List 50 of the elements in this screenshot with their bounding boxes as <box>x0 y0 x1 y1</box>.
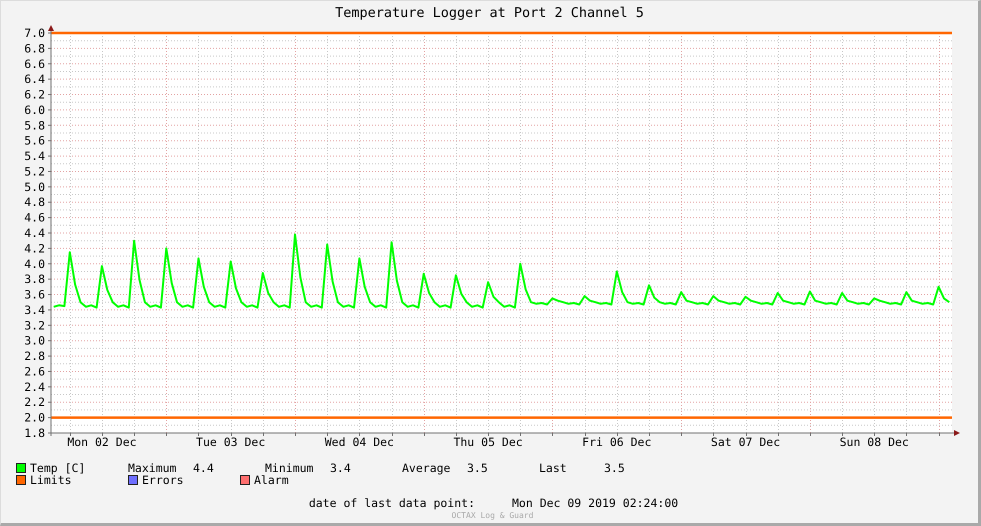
y-tick-label: 2.2 <box>24 395 45 410</box>
y-tick-label: 5.6 <box>24 134 45 148</box>
last-data-value: Mon Dec 09 2019 02:24:00 <box>512 496 678 510</box>
y-tick-label: 2.0 <box>24 410 45 425</box>
y-tick-label: 5.0 <box>24 180 45 194</box>
x-tick-label: Wed 04 Dec <box>324 435 394 449</box>
y-tick-label: 4.6 <box>24 210 45 225</box>
y-tick-label: 6.6 <box>24 56 45 71</box>
stat-label: Last <box>539 461 568 475</box>
stat-label: Average <box>402 461 452 475</box>
y-tick-label: 4.8 <box>24 195 45 210</box>
legend-label: Limits <box>30 473 72 487</box>
stat-label: Minimum <box>265 461 314 475</box>
y-tick-label: 3.8 <box>24 272 45 286</box>
y-tick-label: 5.4 <box>24 149 45 164</box>
y-tick-label: 5.2 <box>24 164 45 178</box>
stat-label: Maximum <box>128 461 178 475</box>
y-tick-label: 1.8 <box>24 426 45 440</box>
y-tick-label: 4.2 <box>24 241 45 256</box>
y-tick-label: 2.4 <box>24 380 45 394</box>
y-tick-label: 6.0 <box>24 102 45 117</box>
y-tick-label: 2.8 <box>24 349 45 364</box>
x-tick-label: Tue 03 Dec <box>196 435 266 449</box>
y-tick-label: 6.4 <box>24 72 45 86</box>
x-tick-label: Sun 08 Dec <box>840 435 909 449</box>
y-tick-label: 4.0 <box>24 256 45 271</box>
legend-label: Alarm <box>254 473 289 487</box>
y-tick-label: 5.8 <box>24 118 45 132</box>
stat-value: 3.5 <box>467 461 488 475</box>
watermark-text: OCTAX Log & Guard <box>452 511 534 520</box>
y-tick-label: 3.0 <box>24 334 45 348</box>
y-tick-label: 3.4 <box>24 302 45 317</box>
y-tick-label: 6.2 <box>24 88 45 102</box>
stat-value: 3.4 <box>330 461 351 475</box>
legend-label: Temp [C] <box>30 461 86 475</box>
x-tick-label: Mon 02 Dec <box>67 435 137 449</box>
x-tick-label: Thu 05 Dec <box>453 435 523 449</box>
legend-label: Errors <box>142 473 184 487</box>
x-tick-label: Sat 07 Dec <box>710 435 780 449</box>
y-tick-label: 4.4 <box>24 226 45 240</box>
y-tick-label: 6.8 <box>24 41 45 56</box>
stat-value: 3.5 <box>604 461 625 475</box>
y-tick-label: 3.6 <box>24 288 45 302</box>
chart-title: Temperature Logger at Port 2 Channel 5 <box>335 5 644 21</box>
last-data-label: date of last data point: <box>308 496 475 510</box>
stat-value: 4.4 <box>193 461 214 475</box>
y-tick-label: 7.0 <box>24 26 45 40</box>
y-tick-label: 2.6 <box>24 364 45 378</box>
x-tick-label: Fri 06 Dec <box>582 435 652 449</box>
y-tick-label: 3.2 <box>24 318 45 332</box>
